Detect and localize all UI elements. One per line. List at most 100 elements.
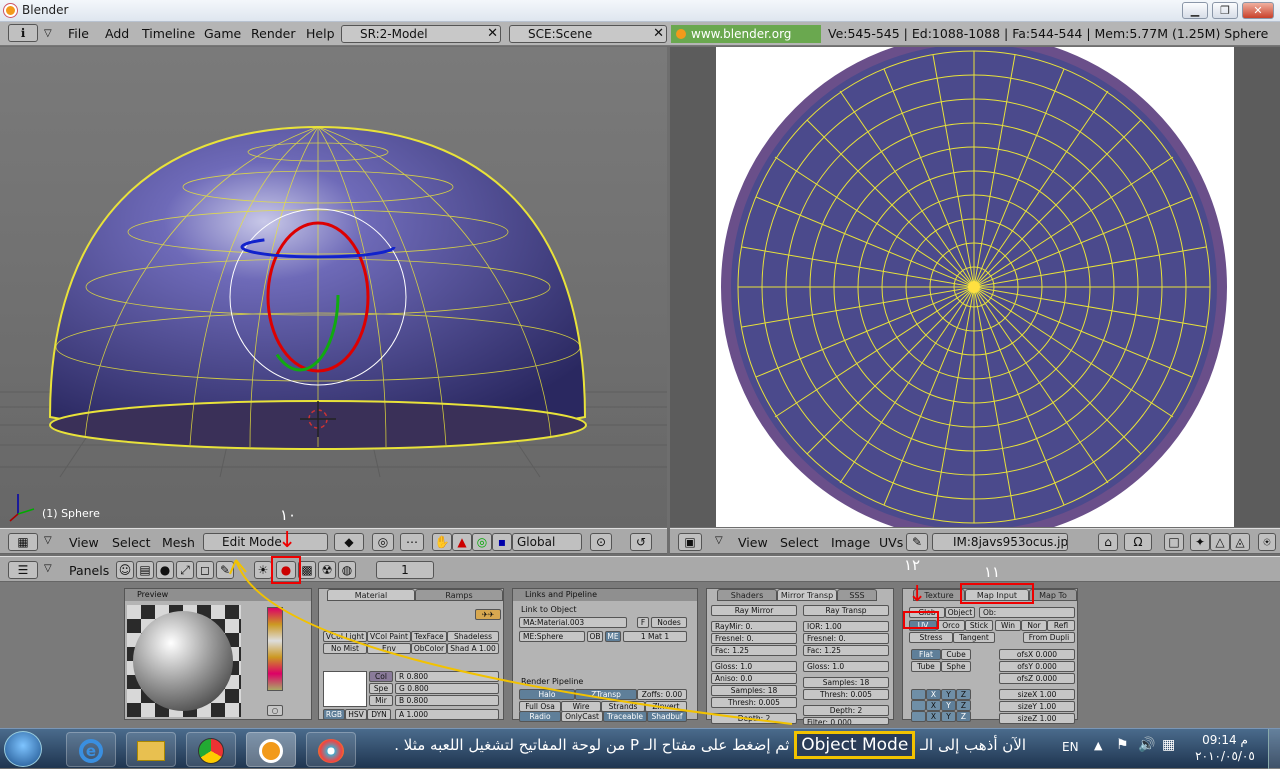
flat-button[interactable]: Flat (911, 649, 941, 660)
map-x-button[interactable]: X (926, 700, 941, 711)
hand-icon[interactable]: ✋ (432, 533, 452, 551)
onlycast-button[interactable]: OnlyCast (561, 711, 603, 722)
aniso-slider[interactable]: Aniso: 0.0 (711, 673, 797, 684)
transp-depth-field[interactable]: Depth: 2 (803, 705, 889, 716)
script-context-icon[interactable]: ▤ (136, 561, 154, 579)
show-desktop-button[interactable] (1268, 729, 1280, 769)
snap-button[interactable]: ⋯ (400, 533, 424, 551)
ray-transp-button[interactable]: Ray Transp (803, 605, 889, 616)
refl-button[interactable]: Refl (1047, 620, 1075, 631)
clock-date[interactable]: ٢٠١٠/٠٥/٠٥ (1192, 749, 1258, 763)
volume-icon[interactable]: 🔊 (1138, 737, 1155, 753)
start-button[interactable] (4, 731, 42, 767)
green-slider[interactable]: G 0.800 (395, 683, 499, 694)
sizey-field[interactable]: sizeY 1.00 (999, 701, 1075, 712)
menu-mesh[interactable]: Mesh (162, 535, 195, 550)
paint-icon[interactable]: ✎ (906, 533, 928, 551)
menu-select[interactable]: Select (112, 535, 151, 550)
ztransp-button[interactable]: ZTransp (575, 689, 637, 700)
menu-view[interactable]: View (738, 535, 768, 550)
dyn-mode-button[interactable]: DYN (367, 709, 391, 720)
transp-samples-field[interactable]: Samples: 18 (803, 677, 889, 688)
tab-mirror-transp[interactable]: Mirror Transp (777, 589, 837, 601)
close-button[interactable]: ✕ (1242, 2, 1274, 19)
world-icon[interactable]: ◍ (338, 561, 356, 579)
object-button[interactable]: Object (945, 607, 975, 618)
chrome-icon[interactable] (186, 732, 236, 767)
proportional-edit-button[interactable]: ⊙ (590, 533, 612, 551)
shading-context-icon[interactable]: ● (156, 561, 174, 579)
material-name-field[interactable]: MA:Material.003 (519, 617, 627, 628)
mir-button[interactable]: Mir (369, 695, 393, 706)
menu-render[interactable]: Render (251, 26, 296, 41)
snap-icon[interactable]: ⍟ (1258, 533, 1276, 551)
menu-help[interactable]: Help (306, 26, 335, 41)
transp-thresh-field[interactable]: Thresh: 0.005 (803, 689, 889, 700)
material-index-field[interactable]: 1 Mat 1 (623, 631, 687, 642)
blue-slider[interactable]: B 0.800 (395, 695, 499, 706)
render-button[interactable]: ↺ (630, 533, 652, 551)
tube-button[interactable]: Tube (911, 661, 941, 672)
shadow-alpha-field[interactable]: Shad A 1.00 (447, 643, 499, 654)
translate-manipulator-icon[interactable]: ▲ (452, 533, 472, 551)
ofsy-field[interactable]: ofsY 0.000 (999, 661, 1075, 672)
obcolor-button[interactable]: ObColor (411, 643, 447, 654)
maximize-button[interactable]: ❐ (1212, 2, 1238, 19)
map-y-button[interactable]: Y (941, 711, 956, 722)
red-slider[interactable]: R 0.800 (395, 671, 499, 682)
object-name-field[interactable]: Ob: (979, 607, 1075, 618)
cube-button[interactable]: Cube (941, 649, 971, 660)
frame-field[interactable]: 1 (376, 561, 434, 579)
from-dupli-button[interactable]: From Dupli (1023, 632, 1075, 643)
halo-button[interactable]: Halo (519, 689, 575, 700)
chevron-down-icon[interactable]: ▽ (44, 535, 52, 546)
rotate-manipulator-icon[interactable]: ◎ (472, 533, 492, 551)
lamp-icon[interactable]: ☀ (254, 561, 272, 579)
window-type-button[interactable]: ▦ (8, 533, 38, 551)
vertex-select-icon[interactable]: ✦ (1190, 533, 1210, 551)
tab-sss[interactable]: SSS (837, 589, 877, 601)
filter-slider[interactable]: Filter: 0.000 (803, 717, 889, 725)
xyz-mapping-grid[interactable]: X Y Z X Y Z X Y Z (911, 689, 971, 723)
action-center-flag-icon[interactable]: ⚑ (1116, 737, 1129, 753)
env-button[interactable]: Env (367, 643, 411, 654)
menu-view[interactable]: View (69, 535, 99, 550)
color-swatches[interactable] (323, 671, 367, 707)
scene-context-icon[interactable]: ✎ (216, 561, 234, 579)
col-button[interactable]: Col (369, 671, 393, 682)
texface-button[interactable]: TexFace (411, 631, 447, 642)
chevron-down-icon[interactable]: ▽ (44, 563, 52, 574)
fresnel-slider[interactable]: Fresnel: 0. (711, 633, 797, 644)
network-icon[interactable]: ▦ (1162, 737, 1175, 753)
transp-fresnel-slider[interactable]: Fresnel: 0. (803, 633, 889, 644)
traceable-button[interactable]: Traceable (603, 711, 647, 722)
internet-explorer-icon[interactable]: e (66, 732, 116, 767)
chevron-down-icon[interactable]: ▽ (715, 535, 723, 546)
ior-slider[interactable]: IOR: 1.00 (803, 621, 889, 632)
menu-uvs[interactable]: UVs (879, 535, 903, 550)
alpha-slider[interactable]: A 1.000 (395, 709, 499, 720)
tab-map-to[interactable]: Map To (1029, 589, 1077, 601)
uv-layout[interactable] (670, 47, 1280, 527)
shadbuf-button[interactable]: Shadbuf (647, 711, 687, 722)
scene-selector[interactable]: SCE:Scene ✕ (509, 25, 667, 43)
me-link-button[interactable]: ME (605, 631, 621, 642)
depth-field[interactable]: Depth: 2 (711, 713, 797, 724)
preview-refresh-button[interactable]: ○ (267, 705, 283, 716)
transp-gloss-slider[interactable]: Gloss: 1.0 (803, 661, 889, 672)
logic-context-icon[interactable]: ☺ (116, 561, 134, 579)
scale-manipulator-icon[interactable]: ▪ (492, 533, 512, 551)
clock-time[interactable]: 09:14 م (1200, 733, 1250, 747)
hsv-mode-button[interactable]: HSV (345, 709, 367, 720)
orco-button[interactable]: Orco (937, 620, 965, 631)
pivot-button[interactable]: Ω (1124, 533, 1152, 551)
map-x-button[interactable]: X (926, 689, 941, 700)
file-explorer-icon[interactable] (126, 732, 176, 767)
zoffset-field[interactable]: Zoffs: 0.00 (637, 689, 687, 700)
window-type-button[interactable]: ▣ (678, 533, 702, 551)
nodes-button[interactable]: Nodes (651, 617, 687, 628)
menu-image[interactable]: Image (831, 535, 870, 550)
radio-button[interactable]: Radio (519, 711, 561, 722)
samples-field[interactable]: Samples: 18 (711, 685, 797, 696)
edge-select-icon[interactable]: △ (1210, 533, 1230, 551)
